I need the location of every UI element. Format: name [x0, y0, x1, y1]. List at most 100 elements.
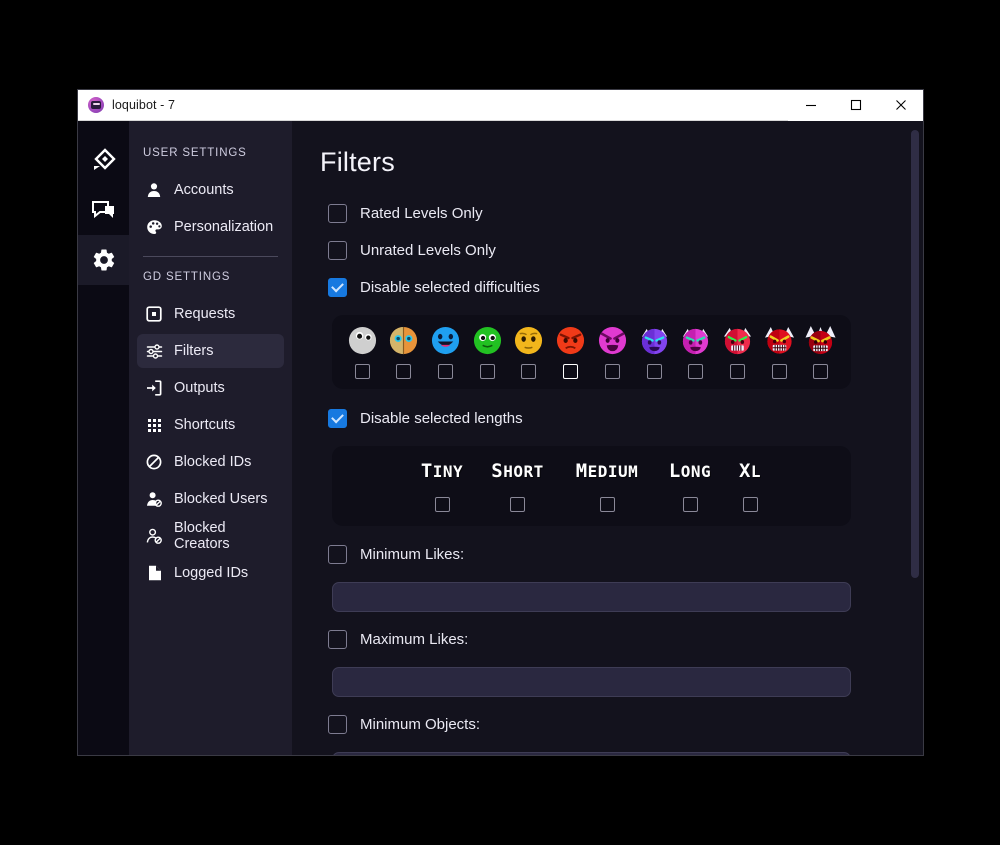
checkbox-label: Disable selected difficulties	[360, 279, 540, 296]
length-checkbox[interactable]	[742, 497, 758, 512]
difficulty-insane	[596, 325, 628, 379]
difficulty-auto	[346, 325, 378, 379]
difficulty-face-row	[340, 325, 843, 379]
length-tiny: TINY	[408, 462, 476, 512]
sidebar-item-logged-ids[interactable]: Logged IDs	[137, 556, 284, 590]
export-arrow-icon	[145, 379, 163, 397]
length-checkbox[interactable]	[434, 497, 450, 512]
minimum-objects-input[interactable]	[332, 752, 851, 755]
difficulty-checkbox[interactable]	[604, 364, 620, 379]
length-checkbox[interactable]	[510, 497, 525, 512]
app-window: loquibot - 7 USER SETTINGS Accounts Pers…	[78, 90, 923, 755]
difficulty-normal	[471, 325, 503, 379]
difficulty-insane-demon	[763, 325, 795, 379]
length-checkbox[interactable]	[682, 497, 698, 512]
sidebar-item-filters[interactable]: Filters	[137, 334, 284, 368]
grid-dots-icon	[145, 416, 163, 434]
checkbox[interactable]	[328, 715, 347, 734]
sidebar-item-shortcuts[interactable]: Shortcuts	[137, 408, 284, 442]
sidebar-item-label: Accounts	[174, 182, 234, 198]
checkbox[interactable]	[328, 545, 347, 564]
title-bar-left: loquibot - 7	[78, 97, 788, 113]
length-label: MEDIUM	[575, 460, 639, 482]
difficulty-checkbox[interactable]	[354, 364, 370, 379]
minimum-likes-input[interactable]	[332, 582, 851, 612]
rail-item-settings[interactable]	[78, 235, 129, 285]
difficulty-face-insane-icon	[597, 325, 628, 356]
checkbox[interactable]	[328, 630, 347, 649]
difficulty-medium-demon	[680, 325, 712, 379]
difficulty-checkbox[interactable]	[729, 364, 745, 379]
rail-item-chat[interactable]	[78, 185, 129, 235]
maximize-button[interactable]	[833, 90, 878, 121]
robot-avatar-icon	[88, 97, 104, 113]
filter-rated-levels-only[interactable]: Rated Levels Only	[328, 204, 923, 223]
difficulty-checkbox[interactable]	[688, 364, 704, 379]
difficulty-checkbox[interactable]	[479, 364, 495, 379]
difficulty-checkbox[interactable]	[396, 364, 412, 379]
difficulty-face-harder-icon	[555, 325, 586, 356]
difficulty-hard-demon	[721, 325, 753, 379]
scrollbar-thumb[interactable]	[911, 130, 919, 578]
sidebar-item-label: Shortcuts	[174, 417, 236, 433]
difficulty-checkbox[interactable]	[521, 364, 537, 379]
filter-minimum-likes[interactable]: Minimum Likes:	[328, 545, 923, 564]
maximum-likes-input[interactable]	[332, 667, 851, 697]
sidebar-item-label: Blocked Users	[174, 491, 268, 507]
difficulty-face-extreme-demon-icon	[805, 325, 836, 356]
filter-disable-lengths[interactable]: Disable selected lengths	[328, 409, 923, 428]
length-row: TINY SHORT MEDIUM LONG XL	[340, 462, 843, 512]
difficulty-checkbox[interactable]	[563, 364, 579, 379]
close-button[interactable]	[878, 90, 923, 121]
page-title: Filters	[320, 147, 395, 177]
checkbox[interactable]	[328, 204, 347, 223]
sidebar-item-blocked-ids[interactable]: Blocked IDs	[137, 445, 284, 479]
checkbox-label: Maximum Likes:	[360, 631, 469, 648]
checkbox[interactable]	[328, 278, 347, 297]
window-title: loquibot - 7	[112, 98, 176, 112]
sidebar-item-blocked-creators[interactable]: Blocked Creators	[137, 519, 284, 553]
difficulty-checkbox[interactable]	[646, 364, 662, 379]
sidebar-item-accounts[interactable]: Accounts	[137, 173, 284, 207]
difficulty-checkbox[interactable]	[771, 364, 787, 379]
creator-block-icon	[145, 527, 163, 545]
sidebar-item-outputs[interactable]: Outputs	[137, 371, 284, 405]
checkbox-label: Rated Levels Only	[360, 205, 483, 222]
checkbox[interactable]	[328, 241, 347, 260]
document-icon	[145, 564, 163, 582]
sidebar-item-label: Requests	[174, 306, 236, 322]
sidebar-item-label: Blocked Creators	[174, 520, 230, 552]
rail-item-levels[interactable]	[78, 135, 129, 185]
filter-minimum-objects[interactable]: Minimum Objects:	[328, 715, 923, 734]
difficulty-hard	[513, 325, 545, 379]
difficulty-face-medium-demon-icon	[680, 325, 711, 356]
difficulty-checkbox[interactable]	[437, 364, 453, 379]
checkbox-label: Minimum Objects:	[360, 716, 481, 733]
difficulty-extreme-demon	[805, 325, 837, 379]
filter-unrated-levels-only[interactable]: Unrated Levels Only	[328, 241, 923, 260]
sidebar-item-requests[interactable]: Requests	[137, 297, 284, 331]
person-block-icon	[145, 490, 163, 508]
sidebar-item-personalization[interactable]: Personalization	[137, 210, 284, 244]
main-scrollbar[interactable]	[910, 121, 920, 755]
length-checkbox[interactable]	[599, 497, 615, 512]
palette-icon	[145, 218, 163, 236]
difficulty-panel	[332, 315, 851, 389]
inbox-square-icon	[145, 305, 163, 323]
filter-disable-difficulties[interactable]: Disable selected difficulties	[328, 278, 923, 297]
sidebar-item-blocked-users[interactable]: Blocked Users	[137, 482, 284, 516]
filter-maximum-likes[interactable]: Maximum Likes:	[328, 630, 923, 649]
difficulty-harder	[555, 325, 587, 379]
difficulty-face-hard-demon-icon	[722, 325, 753, 356]
checkbox[interactable]	[328, 409, 347, 428]
length-panel: TINY SHORT MEDIUM LONG XL	[332, 446, 851, 526]
difficulty-easy-demon	[638, 325, 670, 379]
length-label: LONG	[668, 460, 712, 482]
difficulty-face-easy-icon	[430, 325, 461, 356]
minimize-button[interactable]	[788, 90, 833, 121]
person-icon	[145, 181, 163, 199]
sidebar-item-label: Logged IDs	[174, 565, 249, 581]
difficulty-checkbox[interactable]	[813, 364, 829, 379]
sidebar-item-label: Blocked IDs	[174, 454, 252, 470]
checkbox-label: Minimum Likes:	[360, 546, 465, 563]
